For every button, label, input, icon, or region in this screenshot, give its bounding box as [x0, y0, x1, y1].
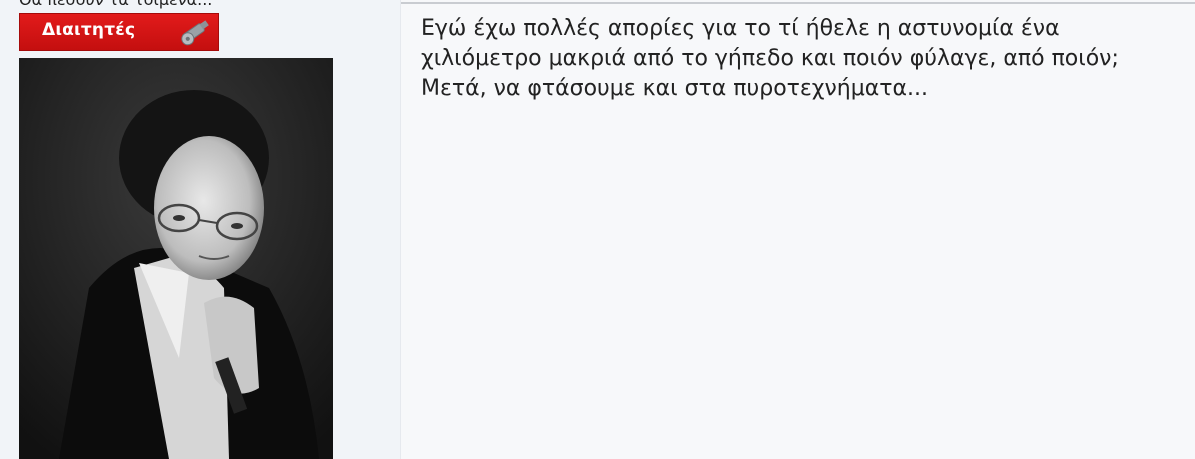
post-author-panel: Θα πέσουν τα τοιμενα... Διαιτητές [0, 0, 401, 459]
forum-post: Θα πέσουν τα τοιμενα... Διαιτητές [0, 0, 1195, 459]
post-divider [401, 2, 1195, 4]
avatar[interactable] [19, 58, 333, 459]
post-message: Εγώ έχω πολλές απορίες για το τί ήθελε η… [421, 16, 1119, 101]
rank-label: Διαιτητές [42, 20, 136, 40]
whistle-icon [181, 20, 209, 46]
user-title: Θα πέσουν τα τοιμενα... [19, 0, 212, 10]
avatar-portrait [19, 58, 333, 459]
rank-badge: Διαιτητές [19, 13, 219, 51]
post-content: Εγώ έχω πολλές απορίες για το τί ήθελε η… [401, 0, 1195, 459]
